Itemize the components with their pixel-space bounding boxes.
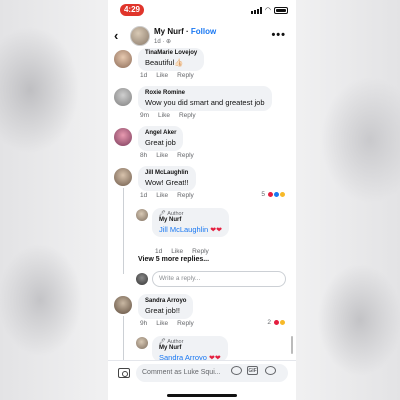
- haha-reaction-icon: [279, 319, 286, 326]
- reply-button[interactable]: Reply: [177, 152, 194, 159]
- avatar[interactable]: [114, 88, 132, 106]
- reaction-count: 5: [261, 191, 265, 198]
- page-avatar[interactable]: [130, 26, 150, 46]
- comment-text: Wow you did smart and greatest job: [145, 98, 265, 107]
- avatar[interactable]: [114, 128, 132, 146]
- comment-bubble: Roxie Romine Wow you did smart and great…: [138, 86, 272, 111]
- back-arrow-icon[interactable]: ‹: [114, 28, 118, 43]
- comment-text: Wow! Great!!: [145, 178, 189, 187]
- comment-text: Great job: [145, 138, 176, 147]
- status-bar: 4:29 ◠: [108, 0, 296, 22]
- avatar[interactable]: [136, 209, 148, 221]
- home-indicator: [167, 394, 237, 397]
- mention-link[interactable]: Jill McLaughlin: [159, 225, 208, 234]
- battery-icon: [274, 6, 288, 14]
- like-button[interactable]: Like: [158, 112, 170, 119]
- gif-icon[interactable]: GIF: [247, 366, 258, 375]
- reply-actions: 1d Like Reply: [155, 248, 209, 255]
- comment-actions: 9h Like Reply: [140, 320, 194, 327]
- like-button[interactable]: Like: [156, 320, 168, 327]
- comment-actions: 8h Like Reply: [140, 152, 194, 159]
- avatar[interactable]: [136, 337, 148, 349]
- replier-name[interactable]: My Nurf: [159, 345, 221, 351]
- reaction-count: 2: [267, 319, 271, 326]
- like-button[interactable]: Like: [156, 192, 168, 199]
- comment-text: Beautiful👍🏻: [145, 58, 184, 67]
- commenter-name[interactable]: Jill McLaughlin: [145, 170, 189, 176]
- comment-age: 9m: [140, 112, 150, 119]
- comment-bubble: TinaMarie Lovejoy Beautiful👍🏻: [138, 48, 205, 71]
- page-name[interactable]: My Nurf: [154, 27, 184, 36]
- reply-button[interactable]: Reply: [177, 192, 194, 199]
- comment-bubble: Angel Aker Great job: [138, 126, 184, 151]
- reply-text: Jill McLaughlin ❤❤: [159, 225, 222, 234]
- comment-age: 1d: [140, 72, 148, 79]
- title-separator: ·: [183, 27, 191, 36]
- comment-age: 9h: [140, 320, 148, 327]
- hearts-emoji: ❤❤: [210, 227, 223, 234]
- thread-line: [123, 188, 124, 274]
- avatar[interactable]: [114, 50, 132, 68]
- status-time: 4:29: [120, 4, 144, 16]
- avatar-sticker-icon[interactable]: [231, 366, 242, 375]
- reply-button[interactable]: Reply: [177, 320, 194, 327]
- avatar: [136, 273, 148, 285]
- comment-bubble: Sandra Arroyo Great job!!: [138, 294, 194, 319]
- thread-line: [123, 316, 124, 360]
- emoji-icon[interactable]: [265, 366, 276, 375]
- reply-button[interactable]: Reply: [179, 112, 196, 119]
- camera-icon[interactable]: [118, 368, 130, 378]
- commenter-name[interactable]: Sandra Arroyo: [145, 298, 186, 304]
- reply-bubble: 🖋 Author My Nurf Jill McLaughlin ❤❤: [152, 208, 230, 237]
- like-button[interactable]: Like: [156, 152, 168, 159]
- view-more-replies[interactable]: View 5 more replies...: [138, 256, 209, 263]
- phone-screen: 4:29 ◠ ‹ My Nurf · Follow 1d · ⊕ ••• Tin…: [108, 0, 296, 400]
- comment-actions: 9m Like Reply: [140, 112, 196, 119]
- reply-button[interactable]: Reply: [177, 72, 194, 79]
- reaction-summary[interactable]: 2: [267, 319, 286, 326]
- commenter-name[interactable]: Roxie Romine: [145, 90, 265, 96]
- reaction-summary[interactable]: 5: [261, 191, 286, 198]
- comment-age: 1d: [140, 192, 148, 199]
- scrollbar[interactable]: [291, 336, 293, 354]
- comment-actions: 1d Like Reply: [140, 192, 194, 199]
- comment-text: Great job!!: [145, 306, 181, 315]
- reply-button[interactable]: Reply: [192, 248, 209, 255]
- reply-bubble: 🖋 Author My Nurf Sandra Arroyo ❤❤: [152, 336, 228, 362]
- status-icons: ◠: [250, 6, 288, 14]
- comment-composer: Comment as Luke Squi... GIF: [108, 360, 296, 400]
- avatar[interactable]: [114, 168, 132, 186]
- wifi-icon: ◠: [264, 7, 271, 14]
- replier-name[interactable]: My Nurf: [159, 217, 222, 223]
- reply-input[interactable]: Write a reply...: [152, 271, 286, 287]
- commenter-name[interactable]: Angel Aker: [145, 130, 176, 136]
- commenter-name[interactable]: TinaMarie Lovejoy: [145, 50, 197, 56]
- page-title: My Nurf · Follow: [154, 27, 216, 36]
- like-button[interactable]: Like: [156, 72, 168, 79]
- post-header: ‹ My Nurf · Follow 1d · ⊕ •••: [108, 24, 296, 48]
- avatar[interactable]: [114, 296, 132, 314]
- more-options-icon[interactable]: •••: [271, 29, 286, 41]
- haha-reaction-icon: [279, 191, 286, 198]
- comment-actions: 1d Like Reply: [140, 72, 194, 79]
- like-button[interactable]: Like: [171, 248, 183, 255]
- reply-age: 1d: [155, 248, 163, 255]
- comment-bubble: Jill McLaughlin Wow! Great!!: [138, 166, 196, 191]
- comment-age: 8h: [140, 152, 148, 159]
- follow-button[interactable]: Follow: [191, 27, 216, 36]
- signal-icon: [250, 6, 262, 14]
- post-meta: 1d · ⊕: [154, 39, 172, 45]
